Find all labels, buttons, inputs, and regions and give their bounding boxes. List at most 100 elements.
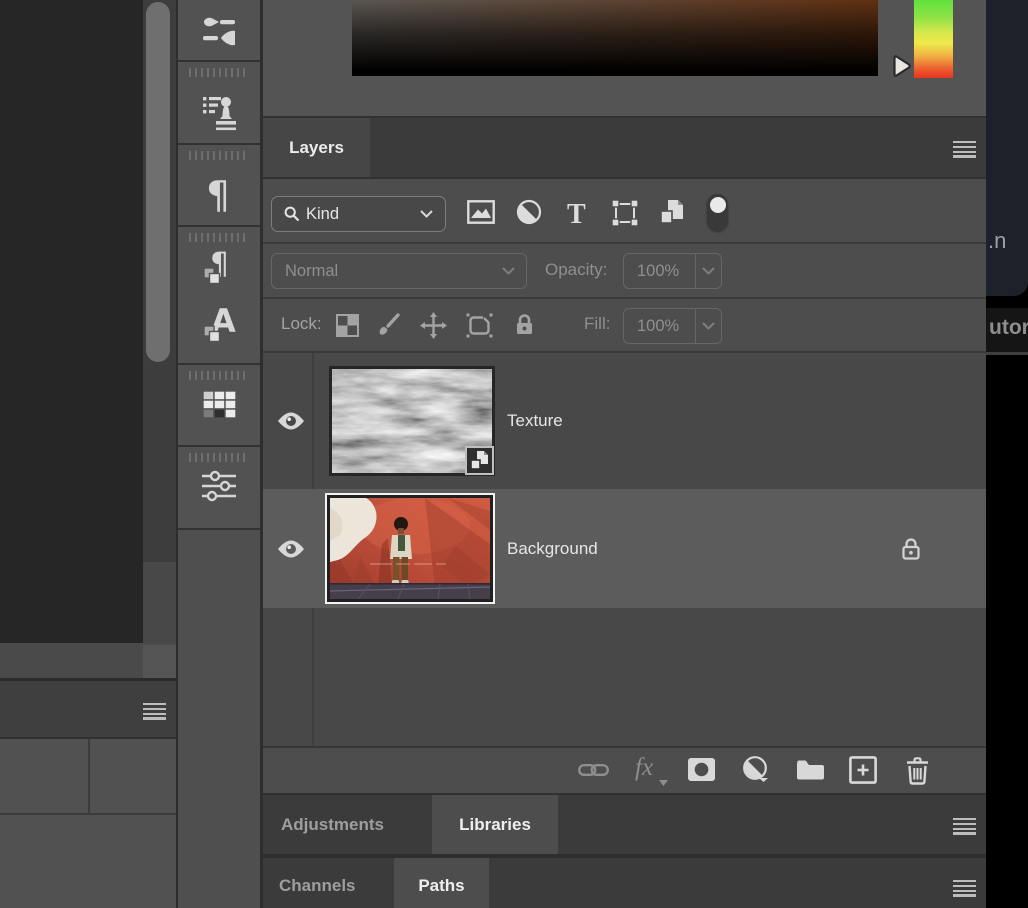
divider <box>178 445 260 447</box>
properties-sliders-panel-icon[interactable] <box>201 470 237 502</box>
filter-pixel-layers-icon[interactable] <box>466 199 496 225</box>
panel-gripper[interactable] <box>189 371 249 380</box>
right-background-strip: .n utor <box>986 0 1028 908</box>
panel-gripper[interactable] <box>189 151 249 160</box>
filter-type-layers-icon[interactable]: T <box>562 198 590 226</box>
layer-style-fx-icon[interactable]: fx <box>635 754 669 788</box>
tab-layers-label: Layers <box>289 138 344 157</box>
background-tutorial-text: utor <box>989 316 1028 340</box>
adjustments-panel-menu-icon[interactable] <box>953 818 976 837</box>
paragraph-styles-panel-icon[interactable]: ¶ <box>202 246 236 286</box>
divider <box>88 739 90 813</box>
left-panel-header <box>0 681 176 737</box>
lock-row: Lock: <box>263 299 986 351</box>
lock-transparency-icon[interactable] <box>334 313 360 337</box>
search-icon <box>284 206 300 222</box>
fill-label: Fill: <box>584 314 610 334</box>
panel-column: Layers Kind <box>263 0 986 908</box>
layer-thumbnail-background[interactable] <box>325 493 495 604</box>
opacity-value-box[interactable]: 100% <box>623 253 722 289</box>
filter-adjustment-layers-icon[interactable] <box>515 198 543 226</box>
panel-menu-icon[interactable] <box>143 703 166 722</box>
lock-all-icon[interactable] <box>512 311 536 339</box>
left-status-block <box>143 645 176 678</box>
panel-icon-strip: ¶ ¶ A <box>178 0 260 908</box>
fill-value: 100% <box>637 317 679 336</box>
panel-gripper[interactable] <box>189 453 249 462</box>
lock-label: Lock: <box>281 314 322 334</box>
brush-settings-panel-icon[interactable] <box>200 12 238 48</box>
lock-position-icon[interactable] <box>419 311 447 339</box>
layer-name: Background <box>507 539 598 559</box>
icon-strip-footer <box>178 530 260 908</box>
add-layer-mask-icon[interactable] <box>687 757 715 781</box>
chevron-down-icon <box>502 267 515 275</box>
tab-channels[interactable]: Channels <box>263 858 394 908</box>
divider <box>986 352 1028 355</box>
layer-filter-row: Kind T <box>263 179 986 242</box>
character-styles-panel-icon[interactable]: A <box>202 302 236 344</box>
smart-object-badge-icon <box>465 446 494 475</box>
background-tutorial-bar: utor <box>986 308 1028 352</box>
hue-slider-arrow[interactable] <box>893 53 913 79</box>
blend-mode-row: Normal Opacity: 100% <box>263 244 986 297</box>
fx-label: fx <box>635 754 653 781</box>
clone-source-panel-icon[interactable] <box>201 92 237 132</box>
tab-libraries[interactable]: Libraries <box>432 795 558 854</box>
paragraph-panel-icon[interactable]: ¶ <box>202 172 236 214</box>
divider <box>178 363 260 365</box>
filter-toggle-knob <box>710 197 726 213</box>
filter-smart-objects-icon[interactable] <box>658 197 686 227</box>
color-panel-area <box>263 0 986 116</box>
divider <box>178 225 260 227</box>
svg-text:¶: ¶ <box>206 173 230 214</box>
layers-panel-menu-icon[interactable] <box>953 141 976 160</box>
channels-panel-menu-icon[interactable] <box>953 880 976 899</box>
layer-row-texture[interactable]: Texture <box>263 353 986 488</box>
background-window: .n <box>986 0 1028 296</box>
fill-value-box[interactable]: 100% <box>623 308 722 344</box>
scrollbar-thumb[interactable] <box>146 2 170 362</box>
scrollbar-track-lower <box>143 562 176 643</box>
background-lock-icon[interactable] <box>899 534 923 562</box>
background-window-text: .n <box>988 228 1006 254</box>
layer-name: Texture <box>507 411 563 431</box>
divider <box>178 60 260 62</box>
visibility-eye-icon[interactable] <box>275 410 307 432</box>
grid-panel-icon[interactable] <box>202 390 238 420</box>
new-layer-icon[interactable] <box>848 755 878 785</box>
adjustments-libraries-tabbar: Adjustments Libraries <box>263 795 986 854</box>
left-button-row[interactable] <box>0 739 176 813</box>
kind-filter-dropdown[interactable]: Kind <box>271 196 446 232</box>
tab-adjustments[interactable]: Adjustments <box>263 795 432 854</box>
blend-mode-dropdown[interactable]: Normal <box>271 253 527 289</box>
panel-gripper[interactable] <box>189 233 249 242</box>
new-group-folder-icon[interactable] <box>795 758 825 780</box>
tab-layers[interactable]: Layers <box>263 118 370 177</box>
chevron-down-icon <box>420 210 433 218</box>
kind-filter-label: Kind <box>306 205 339 224</box>
link-layers-icon[interactable] <box>577 761 609 779</box>
panel-gripper[interactable] <box>189 68 249 77</box>
visibility-eye-icon[interactable] <box>275 538 307 560</box>
tab-channels-label: Channels <box>279 876 356 895</box>
opacity-value: 100% <box>637 262 679 281</box>
photoshop-workspace: ¶ ¶ A <box>0 0 1028 908</box>
filter-shape-layers-icon[interactable] <box>610 198 640 228</box>
tab-paths-label: Paths <box>418 876 464 895</box>
left-status-strip <box>0 643 176 678</box>
layers-panel-header: Layers <box>263 118 986 177</box>
lock-artboard-icon[interactable] <box>465 312 493 338</box>
tab-libraries-label: Libraries <box>459 815 531 834</box>
tab-adjustments-label: Adjustments <box>281 815 384 834</box>
color-field[interactable] <box>352 0 878 76</box>
chevron-down-icon <box>702 267 715 275</box>
hue-slider[interactable] <box>914 0 953 78</box>
new-adjustment-layer-icon[interactable] <box>742 756 772 784</box>
layer-thumbnail-texture[interactable] <box>329 366 495 476</box>
layer-row-background[interactable]: Background <box>263 489 986 608</box>
filter-toggle[interactable] <box>707 194 728 231</box>
tab-paths[interactable]: Paths <box>394 858 489 908</box>
lock-pixels-brush-icon[interactable] <box>375 312 403 338</box>
delete-layer-trash-icon[interactable] <box>903 754 931 786</box>
